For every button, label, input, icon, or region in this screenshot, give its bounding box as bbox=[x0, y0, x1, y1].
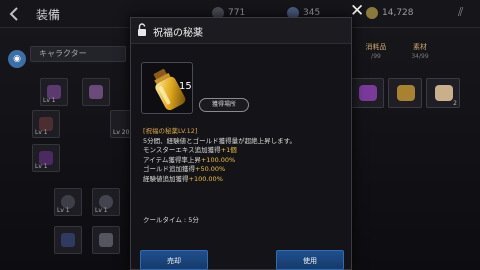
back-arrow-icon[interactable] bbox=[6, 5, 24, 23]
inventory-item[interactable]: 2 bbox=[426, 78, 460, 108]
earring-icon bbox=[99, 233, 113, 247]
inventory-item[interactable] bbox=[388, 78, 422, 108]
cooldown-text: クールタイム : 5分 bbox=[143, 216, 199, 224]
scroll-icon bbox=[435, 85, 453, 101]
close-icon[interactable]: ✕ bbox=[350, 2, 364, 20]
desc-line: 5分間、経験値とゴールド獲得量が超絶上昇します。 bbox=[143, 136, 296, 145]
necklace-icon bbox=[61, 233, 75, 247]
desc-line: モンスターエキス追加獲得+1個 bbox=[143, 146, 237, 155]
item-description: [祝福の秘薬LV.12] 5分間、経験値とゴールド獲得量が超絶上昇します。 モン… bbox=[143, 127, 343, 185]
equip-slot[interactable]: Lv 1 bbox=[92, 188, 120, 216]
item-name-level: [祝福の秘薬LV.12] bbox=[143, 127, 198, 135]
equip-slot[interactable]: Lv 1 bbox=[32, 144, 60, 172]
use-button[interactable]: 使用 bbox=[276, 250, 344, 270]
item-detail-modal: 祝福の秘薬 15 獲得場所 [祝福の秘薬LV.12] 5分間、経験値とゴールド獲… bbox=[130, 17, 352, 270]
equip-slot[interactable]: Lv 1 bbox=[32, 110, 60, 138]
inventory-item[interactable] bbox=[350, 78, 384, 108]
gold-coin-icon bbox=[366, 7, 378, 19]
equip-slot[interactable]: Lv 1 bbox=[54, 188, 82, 216]
equip-slot[interactable]: Lv 1 bbox=[40, 78, 68, 106]
unlock-icon[interactable] bbox=[137, 23, 147, 37]
menu-icon[interactable]: ⫽ bbox=[458, 5, 463, 20]
potion-icon bbox=[359, 85, 377, 101]
gold-counter: 14,728 bbox=[366, 7, 414, 19]
tab-materials[interactable]: 素材 34/99 bbox=[400, 43, 440, 65]
modal-header: 祝福の秘薬 bbox=[131, 18, 351, 44]
equipment-icon bbox=[89, 85, 103, 99]
sell-button[interactable]: 売却 bbox=[140, 250, 208, 270]
camera-icon[interactable]: ◉ bbox=[8, 50, 26, 68]
modal-title: 祝福の秘薬 bbox=[153, 28, 203, 39]
equip-slot[interactable] bbox=[54, 226, 82, 254]
screen-title: 装備 bbox=[36, 8, 61, 22]
desc-line: ゴールド追加獲得+50.00% bbox=[143, 165, 226, 174]
equip-slot[interactable] bbox=[82, 78, 110, 106]
equip-slot[interactable] bbox=[92, 226, 120, 254]
desc-line: アイテム獲得率上昇+100.00% bbox=[143, 155, 236, 164]
desc-line: 経験値追加獲得+100.00% bbox=[143, 174, 223, 183]
acquisition-source-button[interactable]: 獲得場所 bbox=[199, 98, 249, 112]
item-quantity: 15 bbox=[179, 81, 192, 92]
scroll-icon bbox=[397, 85, 415, 101]
tab-consumables[interactable]: 消耗品 /99 bbox=[356, 43, 396, 65]
character-tab[interactable]: キャラクター bbox=[30, 46, 126, 62]
